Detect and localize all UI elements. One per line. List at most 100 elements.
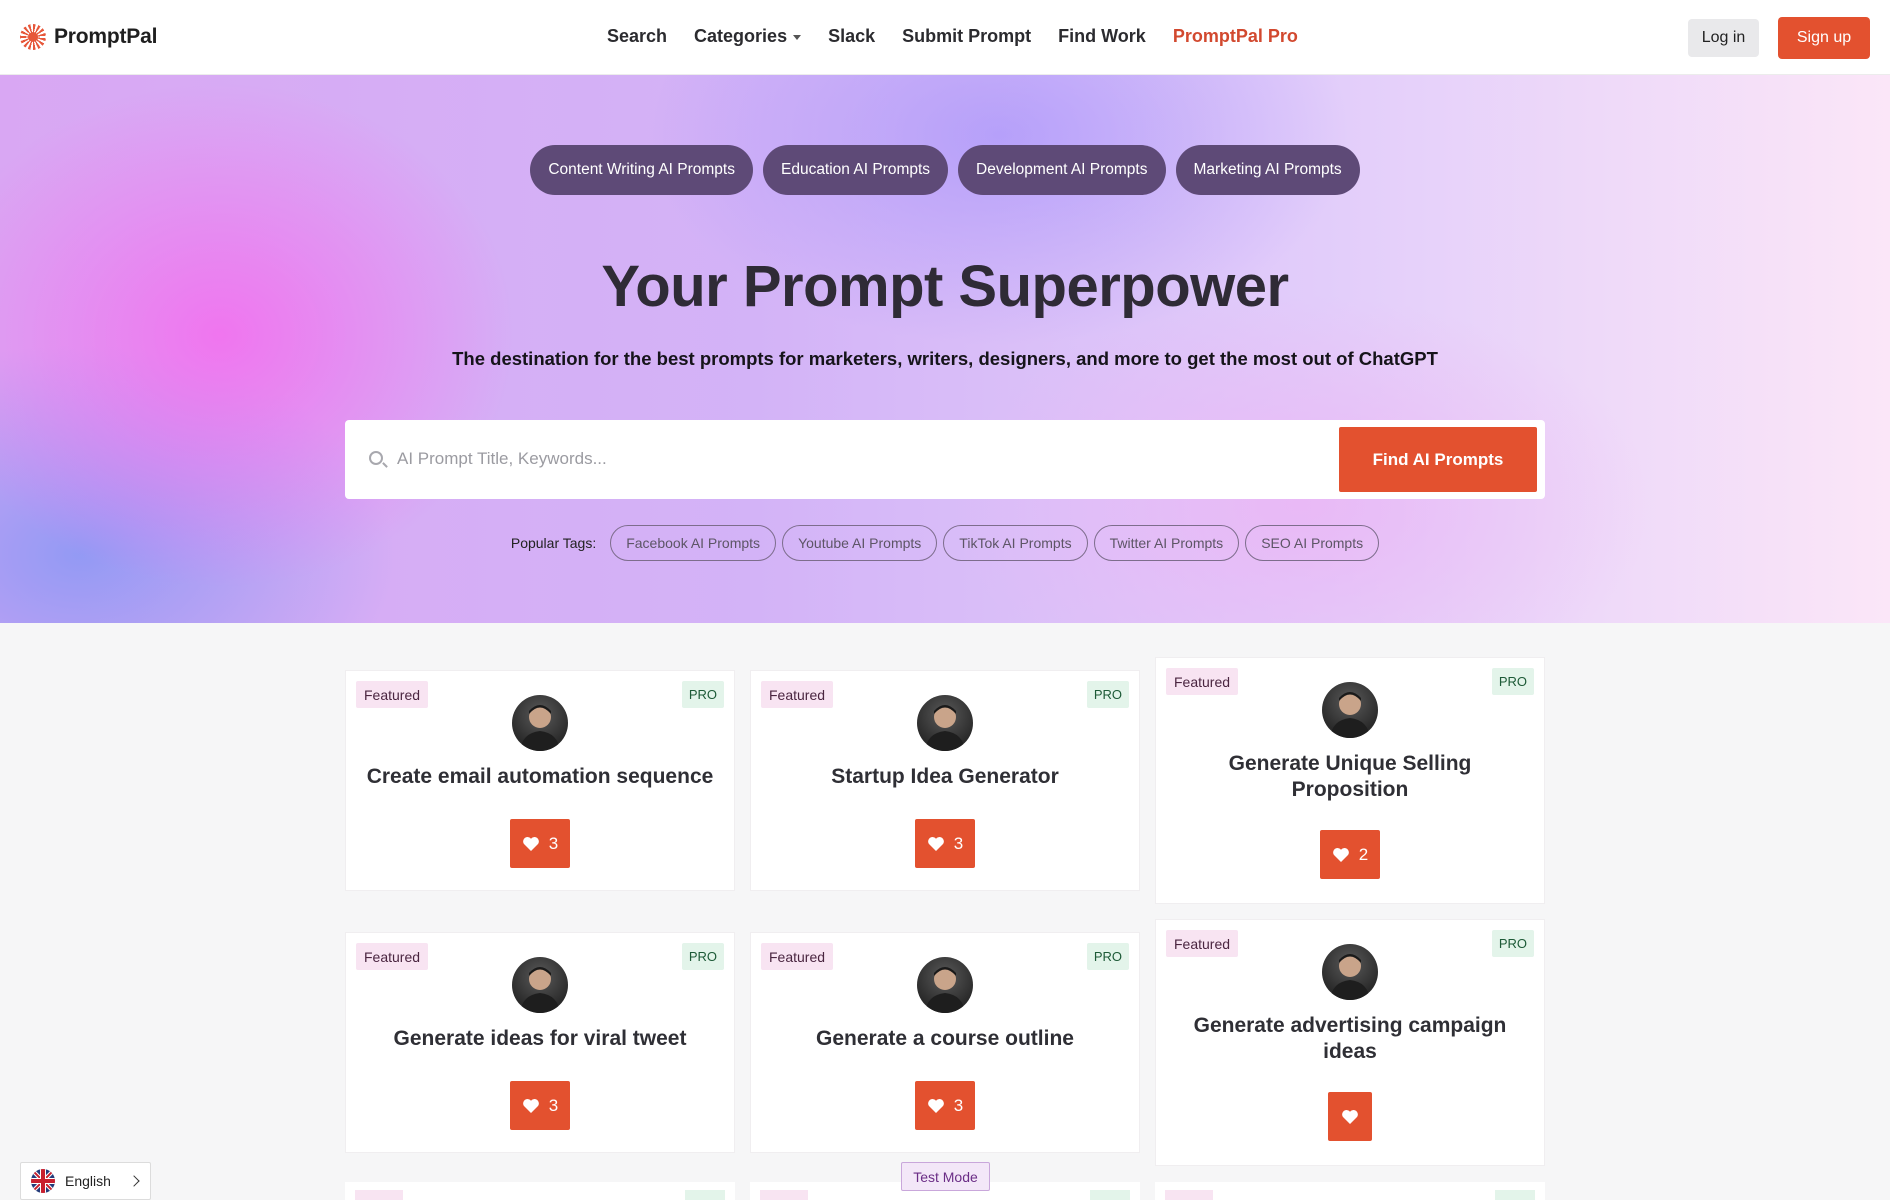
person-icon [520,967,560,1013]
card-peek [1155,1182,1545,1200]
category-pills: Content Writing AI Prompts Education AI … [0,145,1890,195]
featured-badge-peek [760,1190,808,1200]
pro-badge-peek [1495,1190,1535,1200]
hero-title: Your Prompt Superpower [601,254,1289,319]
prompt-card[interactable]: Featured PRO Generate advertising campai… [1155,919,1545,1166]
author-avatar [1322,682,1378,738]
pro-badge: PRO [1086,681,1129,708]
nav-find-work[interactable]: Find Work [1058,26,1146,47]
tag-facebook[interactable]: Facebook AI Prompts [610,525,777,561]
chevron-right-icon [128,1175,140,1187]
category-pill-marketing[interactable]: Marketing AI Prompts [1175,145,1360,195]
tag-seo[interactable]: SEO AI Prompts [1245,525,1380,561]
person-icon [925,967,965,1013]
heart-icon [927,1098,944,1113]
author-avatar [917,957,973,1013]
pro-badge-peek [685,1190,725,1200]
featured-badge: Featured [761,943,834,970]
nav-submit-prompt[interactable]: Submit Prompt [902,26,1031,47]
like-button[interactable]: 3 [510,1081,570,1130]
card-title[interactable]: Generate ideas for viral tweet [356,1026,724,1052]
author-avatar [1322,944,1378,1000]
prompt-card[interactable]: Featured PRO Generate Unique Selling Pro… [1155,657,1545,904]
test-mode-badge: Test Mode [901,1162,990,1191]
like-button[interactable]: 3 [915,819,975,868]
signup-button[interactable]: Sign up [1778,17,1870,59]
heart-icon [1332,847,1349,862]
brand-logo[interactable]: PromptPal [20,24,157,50]
pro-badge: PRO [1086,943,1129,970]
featured-badge: Featured [761,681,834,708]
prompt-card[interactable]: Featured PRO Generate ideas for viral tw… [345,932,735,1153]
like-count: 3 [548,1095,559,1115]
heart-icon [522,1098,539,1113]
category-pill-education[interactable]: Education AI Prompts [762,145,949,195]
popular-tags: Popular Tags: Facebook AI Prompts Youtub… [0,525,1890,561]
top-navbar: PromptPal Search Categories Slack Submit… [0,0,1890,75]
uk-flag-icon [31,1169,55,1193]
pro-badge: PRO [681,943,724,970]
person-icon [925,705,965,751]
promptpal-sunburst-icon [20,24,46,50]
card-title[interactable]: Generate Unique Selling Proposition [1196,751,1504,803]
person-icon [520,705,560,751]
featured-badge-peek [1165,1190,1213,1200]
nav-slack[interactable]: Slack [828,26,875,47]
search-bar: Find AI Prompts [345,420,1545,499]
person-icon [1330,954,1370,1000]
login-button[interactable]: Log in [1688,19,1759,57]
like-button[interactable]: 3 [915,1081,975,1130]
caret-down-icon [793,35,802,40]
card-title[interactable]: Generate a course outline [761,1026,1129,1052]
nav-search[interactable]: Search [607,26,667,47]
search-input[interactable] [397,444,1297,474]
category-pill-content-writing[interactable]: Content Writing AI Prompts [530,145,753,195]
like-button[interactable]: 3 [510,819,570,868]
prompt-card[interactable]: Featured PRO Generate a course outline 3 [750,932,1140,1153]
hero-section: Content Writing AI Prompts Education AI … [0,75,1890,623]
pro-badge: PRO [1491,668,1534,695]
author-avatar [512,957,568,1013]
search-icon [369,451,383,465]
nav-categories[interactable]: Categories [694,26,802,47]
card-peek [345,1182,735,1200]
author-avatar [917,695,973,751]
tag-twitter[interactable]: Twitter AI Prompts [1093,525,1240,561]
category-pill-development[interactable]: Development AI Prompts [958,145,1166,195]
featured-badge: Featured [1166,668,1239,695]
featured-badge: Featured [356,681,429,708]
featured-badge: Featured [356,943,429,970]
like-button[interactable] [1328,1092,1372,1141]
heart-icon [1342,1109,1358,1124]
brand-name: PromptPal [54,25,158,48]
nav-categories-label: Categories [694,26,788,46]
card-title[interactable]: Startup Idea Generator [761,764,1129,790]
like-count: 3 [953,833,964,853]
card-title[interactable]: Generate advertising campaign ideas [1186,1013,1514,1065]
pro-badge: PRO [681,681,724,708]
person-icon [1330,692,1370,738]
tag-tiktok[interactable]: TikTok AI Prompts [943,525,1088,561]
prompt-card[interactable]: Featured PRO Create email automation seq… [345,670,735,891]
like-count: 2 [1358,844,1369,864]
main-nav: Search Categories Slack Submit Prompt Fi… [607,26,1325,47]
heart-icon [522,836,539,851]
author-avatar [512,695,568,751]
like-button[interactable]: 2 [1320,830,1380,879]
popular-tags-label: Popular Tags: [510,535,597,551]
pro-badge: PRO [1491,930,1534,957]
find-prompts-button[interactable]: Find AI Prompts [1339,427,1537,492]
heart-icon [927,836,944,851]
card-title[interactable]: Create email automation sequence [356,764,724,790]
like-count: 3 [548,833,559,853]
featured-badge-peek [355,1190,403,1200]
hero-subtitle: The destination for the best prompts for… [452,348,1438,369]
nav-promptpal-pro[interactable]: PromptPal Pro [1173,26,1298,47]
language-switcher[interactable]: English [20,1162,151,1200]
language-label: English [65,1173,111,1189]
tag-youtube[interactable]: Youtube AI Prompts [782,525,938,561]
featured-badge: Featured [1166,930,1239,957]
like-count: 3 [953,1095,964,1115]
prompt-card[interactable]: Featured PRO Startup Idea Generator 3 [750,670,1140,891]
pro-badge-peek [1090,1190,1130,1200]
